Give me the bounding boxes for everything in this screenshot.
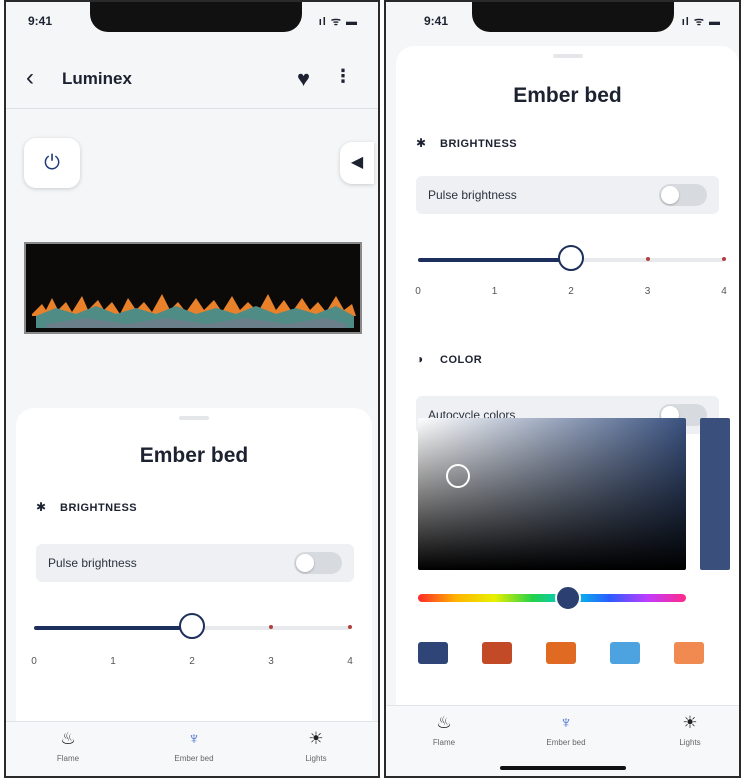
home-indicator[interactable] <box>499 766 626 770</box>
color-swatch-4[interactable] <box>610 642 640 664</box>
sound-button[interactable]: ◀ <box>340 142 374 184</box>
brightness-slider[interactable] <box>418 245 726 271</box>
color-picker-area[interactable] <box>418 418 686 570</box>
tab-ember-bed[interactable]: ♆ Ember bed <box>154 728 234 763</box>
brightness-label: BRIGHTNESS <box>440 138 518 150</box>
color-icon: ◑ <box>416 352 424 366</box>
flame-visual <box>26 244 360 332</box>
sheet-handle[interactable] <box>179 416 209 420</box>
phone-screen-main: 9:41 ıl ᯤ ▬ ‹ Luminex ♥ ⋮ ⏻ ◀ Ember bed … <box>4 0 380 778</box>
color-label: COLOR <box>440 354 483 366</box>
tab-ember-bed[interactable]: ♆ Ember bed <box>526 712 606 747</box>
brightness-icon: ✱ <box>416 136 427 150</box>
slider-fill <box>34 626 192 630</box>
hue-slider-thumb[interactable] <box>555 585 582 611</box>
hue-slider[interactable] <box>418 585 686 611</box>
slider-step-3 <box>269 625 273 629</box>
status-time: 9:41 <box>424 14 449 28</box>
brightness-section-label: ✱ BRIGHTNESS <box>36 500 137 514</box>
pulse-brightness-row: Pulse brightness <box>416 176 719 214</box>
power-icon: ⏻ <box>44 152 60 174</box>
sheet-title: Ember bed <box>513 84 622 107</box>
color-swatch-5[interactable] <box>674 642 704 664</box>
tick-4: 4 <box>721 286 727 297</box>
tab-flame[interactable]: ♨ Flame <box>28 728 108 763</box>
pulse-brightness-label: Pulse brightness <box>48 556 137 570</box>
page-title: Luminex <box>62 69 132 88</box>
tab-lights-label: Lights <box>305 754 327 763</box>
tab-flame-label: Flame <box>432 738 456 747</box>
notch <box>472 2 674 32</box>
sheet-title: Ember bed <box>139 444 249 467</box>
ember-bed-icon: ♆ <box>559 713 573 732</box>
tab-bar: ♨ Flame ♆ Ember bed ☀ Lights <box>386 705 739 776</box>
bottom-sheet-expanded: Ember bed ✱ BRIGHTNESS Pulse brightness 0… <box>396 46 739 722</box>
lights-icon: ☀ <box>308 729 324 748</box>
color-swatch-3[interactable] <box>546 642 576 664</box>
slider-step-4 <box>722 257 726 261</box>
tab-lights[interactable]: ☀ Lights <box>276 728 356 763</box>
status-icons: ıl ᯤ ▬ <box>681 16 721 28</box>
tick-2: 2 <box>568 286 574 297</box>
back-icon[interactable]: ‹ <box>26 64 34 92</box>
tab-flame[interactable]: ♨ Flame <box>404 712 484 747</box>
brightness-slider[interactable] <box>34 613 352 639</box>
slider-thumb[interactable] <box>558 245 584 271</box>
tab-lights-label: Lights <box>679 738 701 747</box>
status-icons: ıl ᯤ ▬ <box>318 16 358 28</box>
more-options-icon[interactable]: ⋮ <box>334 66 352 87</box>
slider-step-4 <box>348 625 352 629</box>
slider-fill <box>418 258 571 262</box>
tab-ember-bed-label: Ember bed <box>546 738 586 747</box>
lights-icon: ☀ <box>682 713 698 732</box>
color-swatch-2[interactable] <box>482 642 512 664</box>
tick-2: 2 <box>189 656 195 667</box>
color-brightness-bar[interactable] <box>700 418 730 570</box>
tick-4: 4 <box>347 656 353 667</box>
tick-0: 0 <box>415 286 421 297</box>
brightness-label: BRIGHTNESS <box>60 502 138 514</box>
power-button[interactable]: ⏻ <box>24 138 80 188</box>
color-swatch-1[interactable] <box>418 642 448 664</box>
brightness-section-label: ✱ BRIGHTNESS <box>416 136 517 150</box>
color-picker-thumb[interactable] <box>446 463 471 488</box>
fireplace-preview <box>24 242 362 334</box>
slider-step-3 <box>645 257 650 261</box>
slider-thumb[interactable] <box>179 613 205 639</box>
tick-0: 0 <box>31 656 37 667</box>
flame-icon: ♨ <box>436 713 452 732</box>
notch <box>90 2 302 32</box>
flame-icon: ♨ <box>60 729 76 748</box>
tab-lights[interactable]: ☀ Lights <box>650 712 730 747</box>
bottom-sheet: Ember bed ✱ BRIGHTNESS Pulse brightness 0… <box>16 408 372 722</box>
tab-ember-bed-label: Ember bed <box>174 754 214 763</box>
tab-bar: ♨ Flame ♆ Ember bed ☀ Lights <box>6 721 378 776</box>
color-section-label: ◑ COLOR <box>416 352 482 366</box>
tick-3: 3 <box>644 286 651 297</box>
phone-screen-expanded: 9:41 ıl ᯤ ▬ Ember bed ✱ BRIGHTNESS Pulse … <box>384 0 741 778</box>
pulse-brightness-label: Pulse brightness <box>428 188 517 202</box>
header-divider <box>6 108 378 109</box>
top-bar: ‹ Luminex ♥ ⋮ <box>6 60 378 100</box>
pulse-brightness-toggle[interactable] <box>294 552 342 574</box>
tab-flame-label: Flame <box>56 754 80 763</box>
status-time: 9:41 <box>28 14 53 28</box>
toggle-knob <box>661 186 679 204</box>
pulse-brightness-toggle[interactable] <box>659 184 707 206</box>
brightness-icon: ✱ <box>36 500 47 514</box>
pulse-brightness-row: Pulse brightness <box>36 544 354 582</box>
tick-1: 1 <box>110 656 116 667</box>
ember-bed-icon: ♆ <box>187 729 201 748</box>
speaker-icon: ◀ <box>350 154 364 171</box>
favorite-icon[interactable]: ♥ <box>297 66 310 92</box>
tick-3: 3 <box>268 656 274 667</box>
tick-1: 1 <box>491 286 498 297</box>
toggle-knob <box>296 554 314 572</box>
sheet-handle[interactable] <box>552 54 583 58</box>
